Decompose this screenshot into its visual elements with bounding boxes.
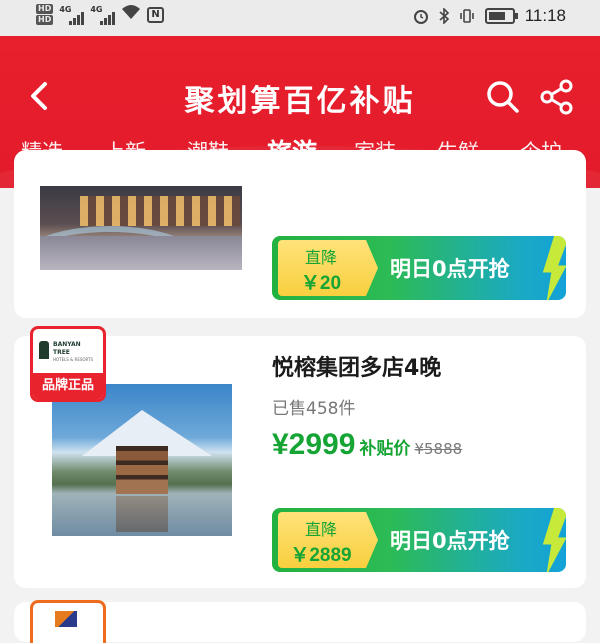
- discount-label: 直降: [304, 520, 337, 539]
- brand-badge: [30, 600, 106, 643]
- discount-label: 直降: [304, 248, 337, 267]
- signal-icon: 4G: [59, 4, 85, 25]
- wifi-icon: [121, 4, 141, 25]
- price-row: ¥2999 补贴价 ¥5888: [272, 428, 462, 462]
- product-card[interactable]: BANYAN TREE HOTELS & RESORTS 品牌正品 悦榕集团多店…: [14, 326, 586, 588]
- battery-icon: [484, 8, 518, 24]
- discount-tag: 直降 ￥2889: [278, 512, 378, 568]
- network-type: 4G: [59, 4, 72, 14]
- cta-label: 明日0点开抢: [390, 529, 510, 553]
- lightning-icon: [542, 236, 566, 300]
- authentic-label: 品牌正品: [33, 373, 103, 399]
- hd-label: HD: [36, 4, 54, 14]
- share-button[interactable]: [538, 78, 576, 116]
- vibrate-icon: [459, 9, 474, 23]
- brand-name: BANYAN TREE: [53, 341, 81, 356]
- buy-button[interactable]: 直降 ￥20 明日0点开抢: [272, 236, 566, 300]
- original-price: ¥5888: [414, 440, 463, 458]
- status-bar: HD HD 4G 4G N 11:18: [0, 0, 600, 36]
- tree-icon: [39, 341, 49, 359]
- price-tag: 补贴价: [359, 439, 411, 459]
- bluetooth-icon: [439, 8, 449, 24]
- cta-label: 明日0点开抢: [390, 257, 510, 281]
- lightning-icon: [542, 508, 566, 572]
- product-image[interactable]: [40, 186, 242, 270]
- brand-logo: [55, 611, 77, 627]
- search-icon: [487, 81, 519, 113]
- product-card[interactable]: [14, 600, 586, 643]
- buy-button[interactable]: 直降 ￥2889 明日0点开抢: [272, 508, 566, 572]
- discount-amount: ￥2889: [290, 545, 352, 566]
- signal-icon: 4G: [90, 4, 116, 25]
- brand-subtitle: HOTELS & RESORTS: [53, 357, 94, 362]
- search-button[interactable]: [484, 78, 522, 116]
- brand-logo: BANYAN TREE HOTELS & RESORTS: [37, 335, 99, 369]
- status-right: 11:18: [413, 6, 566, 26]
- hd-indicator: HD HD: [36, 4, 54, 25]
- status-left: HD HD 4G 4G N: [36, 4, 164, 25]
- share-icon: [540, 79, 573, 115]
- alarm-icon: [413, 10, 428, 24]
- product-title[interactable]: 悦榕集团多店4晚: [272, 350, 441, 382]
- nfc-icon: N: [147, 6, 164, 23]
- product-card[interactable]: 直降 ￥20 明日0点开抢: [14, 150, 586, 318]
- sold-count: 已售458件: [272, 399, 356, 419]
- network-type: 4G: [90, 4, 103, 14]
- subsidy-price: ¥2999: [272, 428, 356, 461]
- discount-tag: 直降 ￥20: [278, 240, 378, 296]
- product-image[interactable]: [52, 384, 232, 536]
- clock: 11:18: [524, 6, 566, 25]
- brand-badge: BANYAN TREE HOTELS & RESORTS 品牌正品: [30, 326, 106, 402]
- hd-label: HD: [36, 15, 54, 25]
- discount-amount: ￥20: [300, 273, 342, 294]
